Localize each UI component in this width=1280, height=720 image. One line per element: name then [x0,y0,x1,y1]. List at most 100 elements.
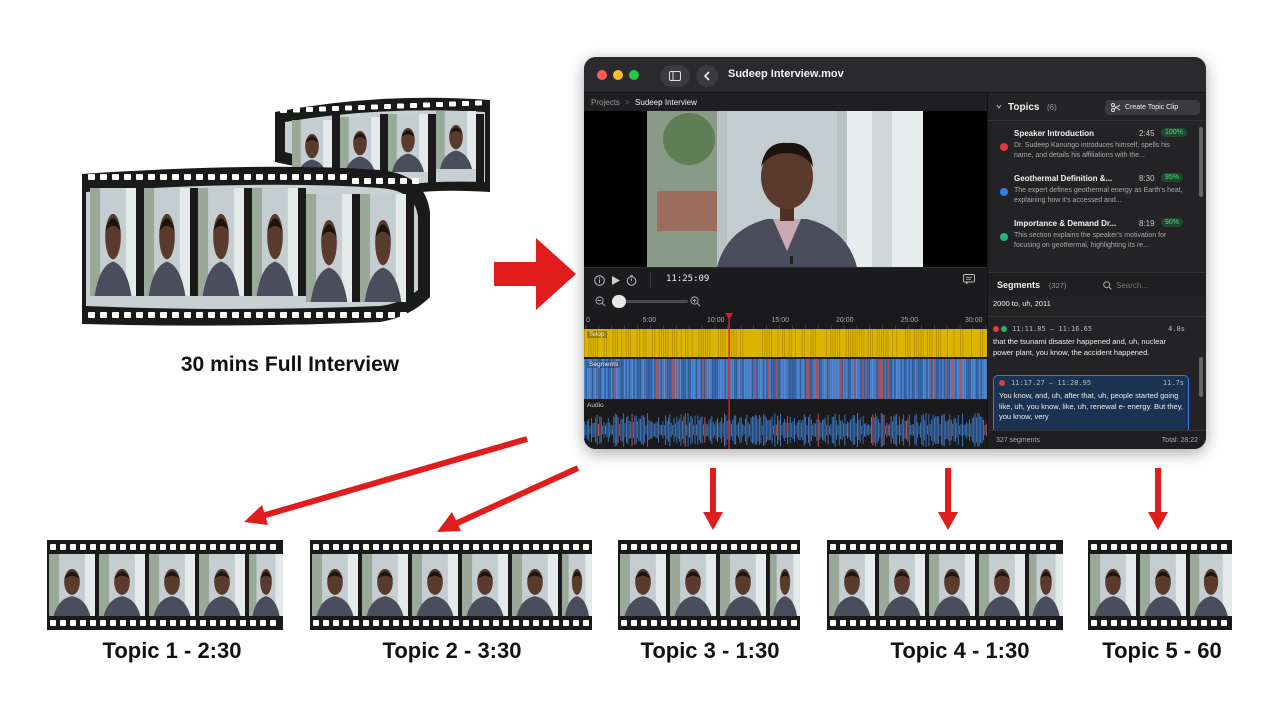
topic-item[interactable]: Importance & Demand Dr... 8:19 90% This … [995,217,1189,261]
video-viewer[interactable] [584,111,987,267]
segment-duration: 4.8s [1168,325,1185,333]
segment-topic-dot [993,326,999,332]
segments-footer-count: 327 segments [996,437,1040,444]
arrow-right-icon [494,238,576,310]
topic-color-dot [1000,188,1008,196]
segment-timerange: 11:17.27 – 11:28.95 [1011,379,1092,387]
track-label-telop: Telop [587,331,607,338]
timecode-display: 11:25:09 [666,274,710,284]
segments-header: Segments (327) [988,272,1206,296]
topic-color-dot [1000,233,1008,241]
minimize-window-button[interactable] [613,70,623,80]
topics-scrollbar[interactable] [1199,127,1203,197]
topic-title: Speaker Introduction [1014,129,1095,138]
topic-clip-filmstrip [827,540,1063,630]
topic-duration: 2:45 [1139,129,1155,138]
clip-frames [827,540,1063,630]
segments-footer-total: Total: 28:22 [1161,437,1198,444]
topic-item[interactable]: Speaker Introduction 2:45 100% Dr. Sudee… [995,127,1189,171]
segments-scrollbar[interactable] [1199,357,1203,397]
title-bar: Sudeep Interview.mov [584,57,1206,93]
ruler-tick-label: 20:00 [836,317,854,324]
zoom-window-button[interactable] [629,70,639,80]
breadcrumb-separator: > [625,98,630,107]
breadcrumb: Projects > Sudeep Interview [591,98,697,107]
topics-list: Speaker Introduction 2:45 100% Dr. Sudee… [988,123,1206,268]
play-icon[interactable] [611,275,621,286]
clip-frames [310,540,592,630]
sidebar-toggle-icon [669,71,681,81]
comment-icon[interactable] [963,274,975,285]
topic-color-dot [1000,143,1008,151]
ruler-tick-label: 5:00 [643,317,657,324]
topic-clip-label: Topic 5 - 60 [1102,638,1222,663]
ruler-tick-label: 15:00 [772,317,790,324]
segment-text: that the tsunami disaster happened and, … [993,337,1167,357]
zoom-slider-knob[interactable] [612,295,626,308]
create-topic-clip-label: Create Topic Clip [1125,104,1179,111]
arrow-diagonal-icon [437,465,580,532]
right-sidebar: Topics (6) Create Topic Clip Speaker Int… [987,93,1206,449]
topic-clip-filmstrip [618,540,800,630]
track-label-segments: Segments [587,361,621,368]
source-film-reel [82,97,490,326]
timeline[interactable]: 0 5:00 10:00 15:00 20:00 25:00 30:00 Telop Seg… [584,311,987,449]
sidebar-toggle-button[interactable] [660,65,690,87]
back-button[interactable] [696,65,718,87]
divider [988,316,1206,317]
clip-frames [1088,540,1232,630]
close-window-button[interactable] [597,70,607,80]
diagram-stage: 30 mins Full Interview Sudeep Interview.… [0,0,1280,720]
topic-clip-filmstrip [1088,540,1232,630]
topic-clip-filmstrip [47,540,283,630]
breadcrumb-root[interactable]: Projects [591,98,620,107]
segments-count: (327) [1049,281,1067,290]
arrow-down-icon [938,468,958,530]
topic-clip-label: Topic 1 - 2:30 [102,638,242,663]
segment-item[interactable]: 2000 to, uh, 2011 [993,299,1189,310]
segment-item-selected[interactable]: 11:17.27 – 11:28.95 11.7s You know, and,… [993,375,1189,430]
topic-duration: 8:19 [1139,219,1155,228]
timeline-canvas[interactable]: 0 5:00 10:00 15:00 20:00 25:00 30:00 [584,311,987,449]
window-title: Sudeep Interview.mov [728,68,844,80]
topic-clip-label: Topic 3 - 1:30 [640,638,780,663]
chevron-left-icon [703,71,710,81]
segment-topic-dot [999,380,1005,386]
topic-description: Dr. Sudeep Kanungo introduces himself, s… [1014,142,1171,159]
arrow-down-icon [1148,468,1168,530]
topic-score-badge: 90% [1161,218,1184,227]
telop-track[interactable] [584,329,987,357]
clip-frames [47,540,283,630]
topics-title: Topics [1008,102,1040,113]
topic-clip-label: Topic 4 - 1:30 [890,638,1030,663]
segments-footer: 327 segments Total: 28:22 [988,430,1206,449]
breadcrumb-current: Sudeep Interview [635,98,697,107]
segment-text: 2000 to, uh, 2011 [993,299,1051,308]
segment-duration: 11.7s [1162,379,1184,387]
segments-search-input[interactable] [1116,278,1200,292]
track-label-audio: Audio [587,402,604,409]
app-window: Sudeep Interview.mov Projects > Sudeep I… [584,57,1206,449]
chevron-down-icon[interactable] [996,103,1002,111]
topics-header: Topics (6) Create Topic Clip [988,93,1206,121]
zoom-row [584,291,987,311]
create-topic-clip-button[interactable]: Create Topic Clip [1105,100,1200,115]
search-icon [1103,281,1112,290]
video-frame [647,111,923,267]
ruler-tick-label: 25:00 [901,317,919,324]
zoom-in-icon[interactable] [690,296,701,307]
ruler-tick-label: 0 [586,317,590,324]
arrow-down-icon [703,468,723,530]
topic-score-badge: 100% [1161,128,1187,137]
timer-icon[interactable] [626,275,637,286]
topic-item[interactable]: Geothermal Definition &... 8:30 95% The … [995,172,1189,216]
topic-title: Importance & Demand Dr... [1014,219,1117,228]
topic-clip-label: Topic 2 - 3:30 [382,638,522,663]
topic-duration: 8:30 [1139,174,1155,183]
info-icon[interactable] [594,275,605,286]
topic-clip-filmstrip [310,540,592,630]
topics-count: (6) [1047,103,1057,112]
segment-item[interactable]: 11:11.85 – 11:16.65 4.8s that the tsunam… [993,325,1189,358]
arrow-diagonal-icon [244,436,528,525]
zoom-out-icon[interactable] [595,296,606,307]
